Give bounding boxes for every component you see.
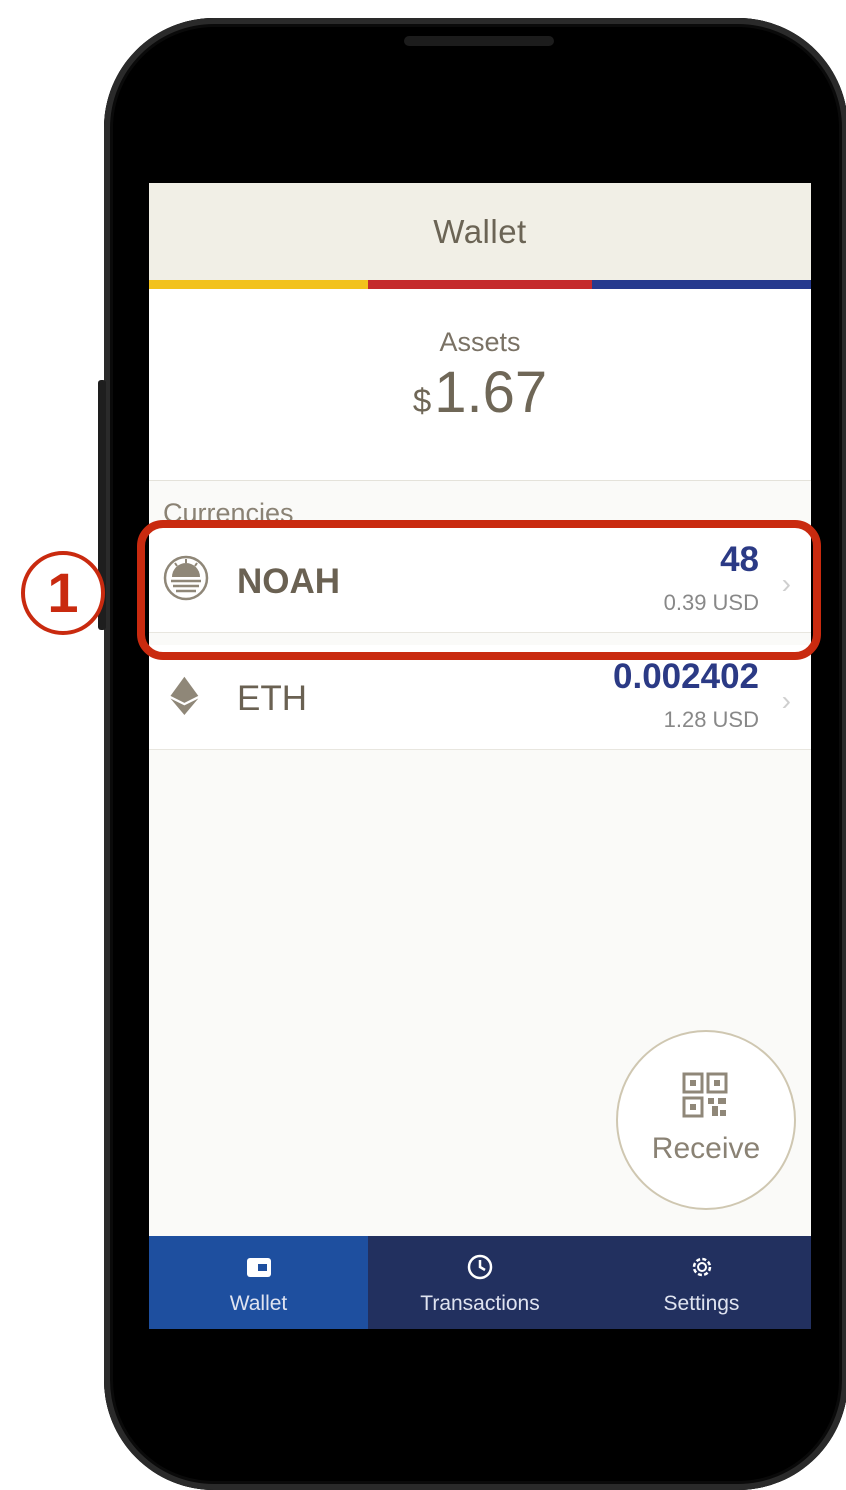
currency-symbol: $ [412,382,432,419]
callout-highlight-box [137,520,821,660]
qr-code-icon [682,1072,728,1118]
app-header: Wallet [149,183,811,280]
currency-name: ETH [237,679,307,718]
tab-wallet[interactable]: Wallet [149,1236,368,1329]
stripe-red [368,280,592,289]
receive-button[interactable]: Receive [616,1030,796,1210]
assets-value: 1.67 [434,360,548,425]
receive-label: Receive [651,1132,761,1165]
tab-label: Transactions [420,1292,540,1315]
assets-total: $1.67 [149,359,811,426]
clock-icon [467,1254,493,1280]
stripe-yellow [149,280,368,289]
currency-usd-value: 1.28 USD [663,707,759,732]
tab-label: Wallet [229,1292,288,1315]
tab-settings[interactable]: Settings [592,1236,811,1329]
eth-diamond-icon [170,676,199,715]
gear-icon [692,1257,711,1277]
assets-label: Assets [439,327,521,357]
currency-amount: 0.002402 [613,657,759,696]
assets-summary: Assets $1.67 [149,289,811,481]
callout-number-badge: 1 [21,551,105,635]
wallet-icon [246,1258,271,1277]
bottom-tab-bar: Wallet Transactions Settings [149,1236,811,1329]
stripe-blue [592,280,811,289]
page-title: Wallet [433,213,527,250]
app-screen: Wallet Assets $1.67 Currencies NOAH 48 0… [149,183,811,1329]
currency-row-eth[interactable]: ETH 0.002402 1.28 USD › [149,645,811,750]
chevron-right-icon: › [781,685,791,716]
tab-transactions[interactable]: Transactions [368,1236,592,1329]
tab-label: Settings [663,1292,740,1315]
phone-speaker [404,36,554,46]
